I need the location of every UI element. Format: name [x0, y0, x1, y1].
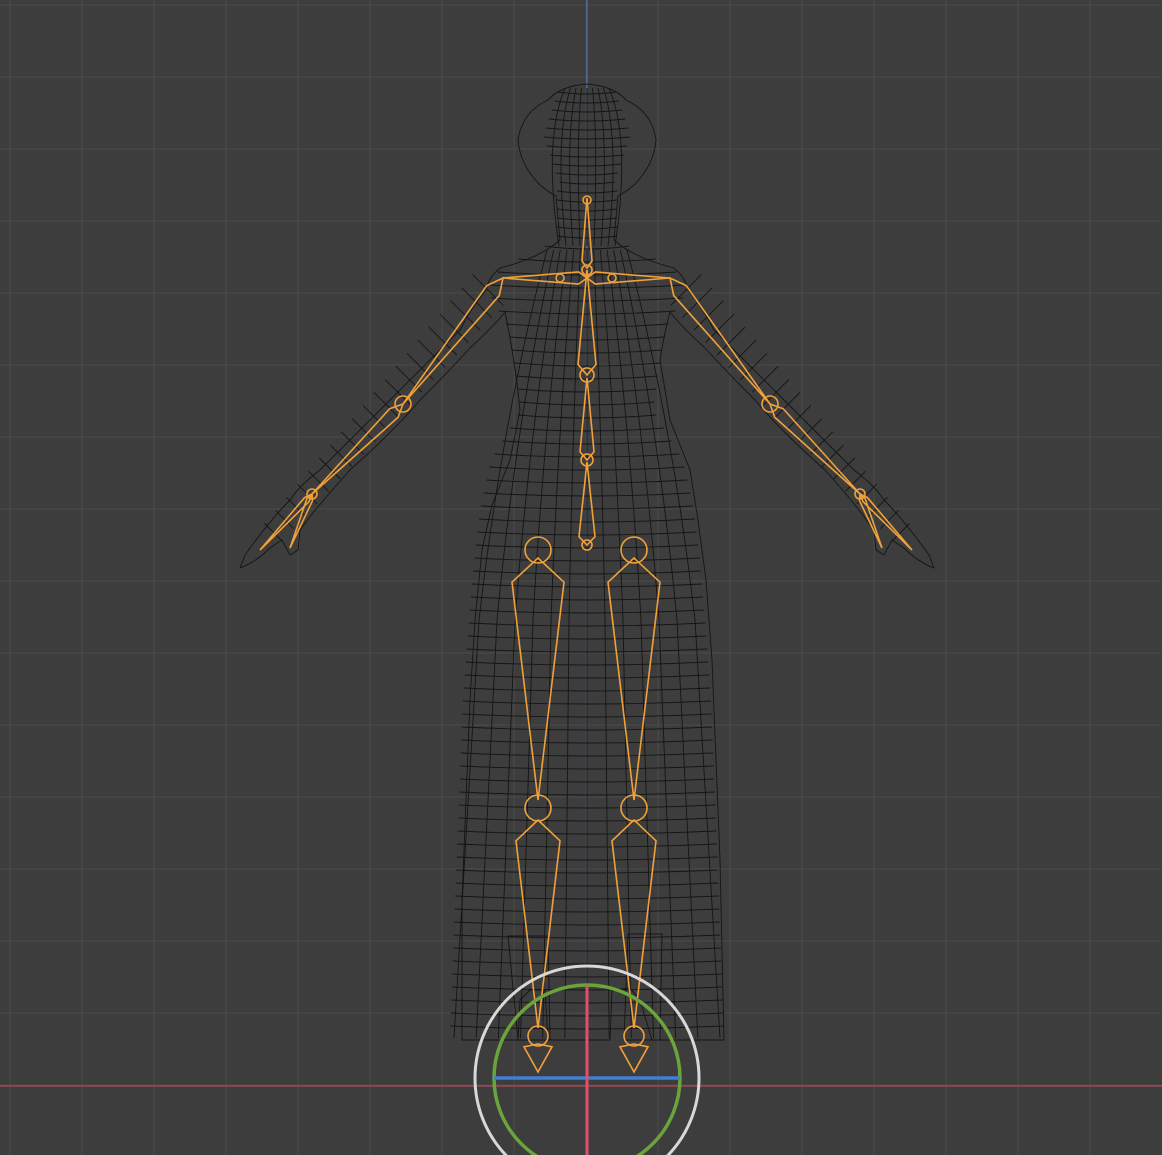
- character-mesh[interactable]: [239, 83, 935, 1041]
- transform-rotate-gizmo[interactable]: [473, 964, 701, 1155]
- mesh-vertical-edges: [453, 87, 721, 1039]
- viewport-grid: [0, 0, 1162, 1155]
- 3d-viewport[interactable]: [0, 0, 1162, 1155]
